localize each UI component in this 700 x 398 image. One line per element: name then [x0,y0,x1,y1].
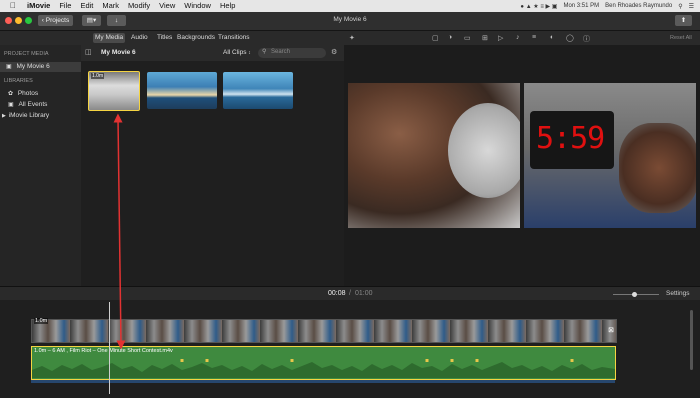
annotation-arrow [113,113,126,350]
